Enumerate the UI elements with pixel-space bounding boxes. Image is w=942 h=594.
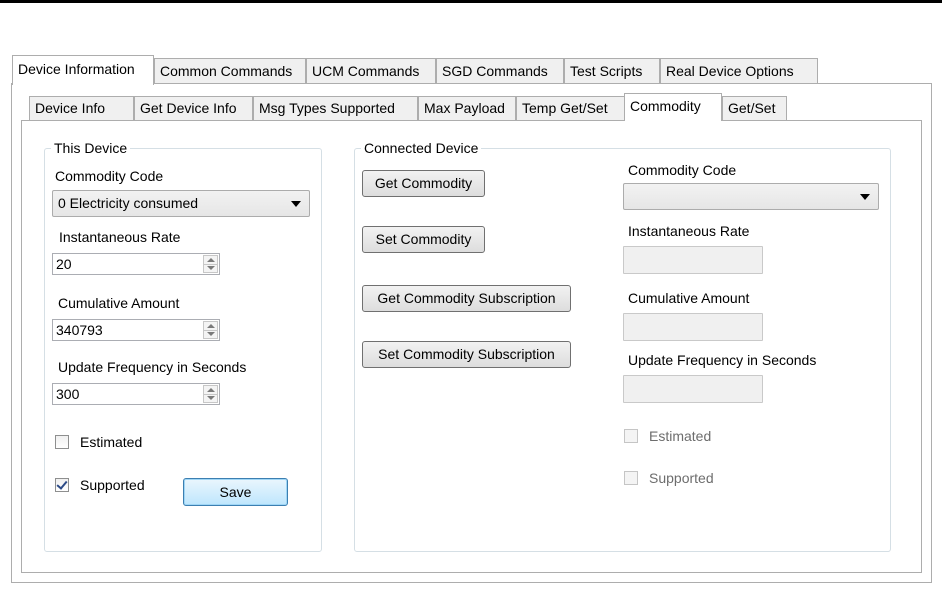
top-border-line	[0, 0, 942, 3]
chevron-down-icon	[291, 201, 301, 207]
spin-buttons[interactable]	[203, 385, 218, 403]
connected-commodity-code-select[interactable]	[623, 183, 879, 210]
tab-device-info[interactable]: Device Info	[29, 96, 134, 120]
checkmark-icon	[56, 478, 68, 490]
tab-common-commands[interactable]: Common Commands	[154, 58, 306, 83]
instantaneous-rate-stepper[interactable]: 20	[52, 253, 220, 275]
tab-msg-types-supported[interactable]: Msg Types Supported	[253, 96, 418, 120]
tab-sgd-commands[interactable]: SGD Commands	[436, 58, 564, 83]
commodity-code-label: Commodity Code	[55, 168, 164, 184]
set-commodity-subscription-button[interactable]: Set Commodity Subscription	[362, 341, 571, 368]
tab-get-device-info[interactable]: Get Device Info	[134, 96, 253, 120]
connected-instantaneous-rate-field[interactable]	[623, 246, 763, 274]
spin-up-icon[interactable]	[207, 388, 215, 392]
cumulative-amount-stepper[interactable]: 340793	[52, 319, 220, 341]
spin-up-icon[interactable]	[207, 324, 215, 328]
supported-checkbox[interactable]	[55, 478, 69, 492]
this-device-title: This Device	[51, 139, 131, 157]
connected-instantaneous-rate-label: Instantaneous Rate	[628, 223, 750, 239]
connected-update-frequency-label: Update Frequency in Seconds	[628, 352, 817, 368]
spin-buttons[interactable]	[203, 255, 218, 273]
tab-test-scripts[interactable]: Test Scripts	[564, 58, 660, 83]
update-frequency-label: Update Frequency in Seconds	[58, 359, 247, 375]
commodity-code-value: 0 Electricity consumed	[58, 195, 199, 211]
connected-estimated-checkbox[interactable]	[624, 429, 638, 443]
spin-buttons[interactable]	[203, 321, 218, 339]
spin-down-icon[interactable]	[207, 332, 215, 336]
connected-supported-label: Supported	[649, 470, 714, 486]
set-commodity-button[interactable]: Set Commodity	[362, 226, 485, 253]
spin-up-icon[interactable]	[207, 258, 215, 262]
spin-down-icon[interactable]	[207, 266, 215, 270]
tab-max-payload[interactable]: Max Payload	[418, 96, 516, 120]
cumulative-amount-value: 340793	[56, 322, 103, 338]
update-frequency-stepper[interactable]: 300	[52, 383, 220, 405]
tab-ucm-commands[interactable]: UCM Commands	[306, 58, 436, 83]
estimated-label: Estimated	[80, 434, 143, 450]
tab-temp-get-set[interactable]: Temp Get/Set	[516, 96, 628, 120]
instantaneous-rate-value: 20	[56, 256, 72, 272]
instantaneous-rate-label: Instantaneous Rate	[59, 229, 181, 245]
this-device-group: This Device Commodity Code 0 Electricity…	[44, 139, 322, 552]
chevron-down-icon	[860, 194, 870, 200]
connected-supported-checkbox[interactable]	[624, 471, 638, 485]
commodity-panel: This Device Commodity Code 0 Electricity…	[21, 120, 922, 573]
connected-commodity-code-label: Commodity Code	[628, 162, 737, 178]
connected-estimated-label: Estimated	[649, 428, 712, 444]
connected-cumulative-amount-field[interactable]	[623, 313, 763, 341]
connected-device-title: Connected Device	[361, 139, 482, 157]
device-information-panel: Device Info Get Device Info Msg Types Su…	[11, 83, 932, 583]
spin-down-icon[interactable]	[207, 396, 215, 400]
estimated-checkbox[interactable]	[55, 435, 69, 449]
tab-get-set[interactable]: Get/Set	[722, 96, 787, 120]
connected-device-group: Connected Device Get Commodity Set Commo…	[354, 139, 891, 552]
get-commodity-button[interactable]: Get Commodity	[362, 170, 485, 197]
commodity-code-select[interactable]: 0 Electricity consumed	[52, 190, 310, 217]
tab-device-information[interactable]: Device Information	[12, 55, 154, 85]
supported-label: Supported	[80, 477, 145, 493]
connected-update-frequency-field[interactable]	[623, 375, 763, 403]
connected-cumulative-amount-label: Cumulative Amount	[628, 290, 750, 306]
get-commodity-subscription-button[interactable]: Get Commodity Subscription	[362, 285, 571, 312]
tab-real-device-options[interactable]: Real Device Options	[660, 58, 818, 83]
cumulative-amount-label: Cumulative Amount	[58, 295, 180, 311]
save-button[interactable]: Save	[183, 478, 288, 506]
update-frequency-value: 300	[56, 386, 80, 402]
tab-commodity[interactable]: Commodity	[624, 93, 722, 121]
